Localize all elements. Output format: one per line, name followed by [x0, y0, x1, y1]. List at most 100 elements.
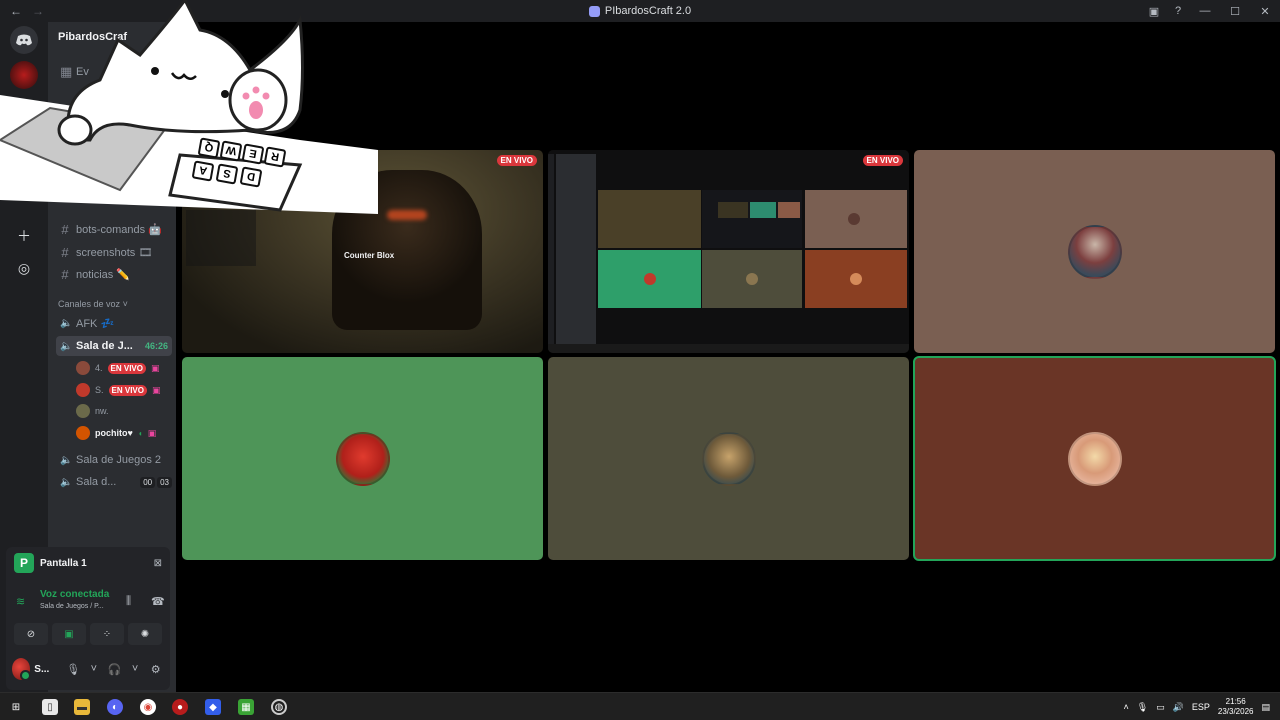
soundboard-icon[interactable]: ✺ — [128, 623, 162, 645]
avatar — [1067, 431, 1122, 486]
app-red-icon[interactable]: ● — [172, 699, 188, 715]
speaker-icon: 🔈 — [60, 340, 73, 352]
voice-user[interactable]: S. EN VIVO ▣ — [76, 380, 172, 400]
voice-channel-path[interactable]: Sala de Juegos / P... — [40, 603, 104, 610]
channel-screenshots[interactable]: # screenshots 🎞 — [56, 242, 172, 262]
user-tile[interactable] — [548, 357, 909, 560]
server-icon — [588, 5, 600, 17]
voice-connection: ≋ Voz conectada Sala de Juegos / P... ⫼ … — [14, 587, 165, 615]
channel-name: Sala de J... — [76, 340, 133, 352]
screen-share-icon: ▣ — [147, 427, 157, 438]
noise-suppression-icon[interactable]: ⫼ — [126, 595, 131, 608]
chevron-down-icon[interactable]: ˅ — [86, 663, 103, 675]
chevron-down-icon: ˅ — [122, 299, 128, 309]
help-icon[interactable]: ? — [1166, 5, 1190, 17]
voice-channel-sala-de-juegos-2[interactable]: 🔈 Sala de Juegos 2 — [56, 450, 172, 470]
server-icon-pibardos[interactable] — [10, 61, 38, 89]
gear-icon[interactable]: ⚙ — [147, 663, 164, 676]
file-icon[interactable]: ▯ — [42, 699, 58, 715]
user-tile[interactable] — [182, 357, 543, 560]
notification-icon[interactable]: ▤ — [1261, 702, 1270, 713]
minecraft-icon[interactable]: ▦ — [238, 699, 254, 715]
compass-icon[interactable]: ◎ — [10, 254, 38, 282]
screen-share-button-icon[interactable]: ▣ — [52, 623, 86, 645]
avatar — [335, 431, 390, 486]
voice-panel: P Pantalla 1 ⊠ ≋ Voz conectada Sala de J… — [6, 547, 170, 690]
server-name[interactable]: PibardosCraf — [58, 31, 127, 43]
channel-name: bots-comands 🤖 — [76, 223, 162, 236]
user-tile-speaking[interactable] — [913, 356, 1276, 561]
hash-icon: # — [61, 244, 69, 260]
voice-category[interactable]: Canales de voz ˅ — [58, 299, 128, 309]
chevron-down-icon[interactable]: ˅ — [127, 663, 144, 675]
screen-share-icon: P — [14, 553, 34, 573]
folder-icon[interactable]: ▬ — [74, 699, 90, 715]
user-tile[interactable] — [914, 150, 1275, 353]
voice-user-name: 4. — [95, 363, 103, 373]
roblox-icon[interactable]: ◆ — [205, 699, 221, 715]
windows-taskbar: ⊞ ▯ ▬ ◐ ◉ ● ◆ ▦ ◍ ˄ 🎙 ▭ 🔊 ESP 21:56 23/3… — [0, 692, 1280, 720]
voice-user[interactable]: nw. — [76, 401, 172, 421]
avatar[interactable] — [12, 658, 32, 681]
speaker-icon: 🔈 — [60, 317, 73, 329]
voice-channel-sala-de-juegos[interactable]: 🔈 Sala de J... 46:26 — [56, 336, 172, 356]
voice-user-name: pochito♥ — [95, 428, 133, 438]
network-icon[interactable]: ▭ — [1156, 702, 1165, 713]
live-badge: EN VIVO — [496, 155, 537, 166]
activity-icon: ◖ — [137, 428, 143, 438]
language-indicator[interactable]: ESP — [1192, 702, 1210, 712]
channel-name: noticias ✏️ — [76, 268, 131, 281]
forward-arrow-icon[interactable]: → — [32, 4, 44, 18]
chrome-icon[interactable]: ◉ — [140, 699, 156, 715]
hash-icon: # — [61, 266, 69, 282]
inbox-icon[interactable]: ▣ — [1142, 5, 1166, 18]
live-badge: EN VIVO — [107, 362, 146, 374]
user-count: 00 — [140, 476, 156, 488]
disconnect-icon[interactable]: ☎ — [151, 595, 165, 608]
channel-name: AFK 💤 — [76, 317, 115, 330]
channel-name: screenshots 🎞 — [76, 246, 153, 259]
stop-stream-icon[interactable]: ⊠ — [154, 558, 162, 569]
add-server-icon[interactable]: ＋ — [10, 222, 38, 250]
game-title: Counter Blox — [344, 251, 395, 260]
voice-status[interactable]: Voz conectada — [40, 589, 109, 600]
voice-channel-afk[interactable]: 🔈 AFK 💤 — [56, 313, 172, 333]
avatar — [76, 404, 90, 418]
headphones-icon[interactable]: 🎧 — [106, 663, 123, 676]
clock[interactable]: 21:56 23/3/2026 — [1218, 697, 1254, 717]
live-badge: EN VIVO — [862, 155, 903, 166]
voice-stage: Counter Blox EN VIVO EN VIVO — [176, 22, 1280, 692]
voice-channel-sala-d[interactable]: 🔈 Sala d... 00 03 — [56, 472, 172, 492]
system-tray: ˄ 🎙 ▭ 🔊 ESP 21:56 23/3/2026 ▤ — [1123, 693, 1270, 720]
discord-home-icon[interactable] — [10, 26, 38, 54]
activities-icon[interactable]: ⁘ — [90, 623, 124, 645]
user-name[interactable]: S... — [34, 664, 61, 675]
window-controls: ▣ ? — ☐ ✕ — [1142, 0, 1280, 22]
discord-app-icon[interactable]: ◐ — [107, 699, 123, 715]
voice-user-name: nw. — [95, 406, 109, 416]
title-bar: ← → PIbardosCraft 2.0 ▣ ? — ☐ ✕ — [0, 0, 1280, 22]
screen-share-label: Pantalla 1 — [40, 557, 87, 569]
signal-icon[interactable]: ≋ — [16, 595, 25, 608]
stream-tile-screen[interactable]: EN VIVO — [548, 150, 909, 353]
voice-user[interactable]: 4. EN VIVO ▣ — [76, 358, 172, 378]
camera-off-icon[interactable]: ⊘ — [14, 623, 48, 645]
steam-icon[interactable]: ◍ — [271, 699, 287, 715]
volume-icon[interactable]: 🔊 — [1173, 702, 1184, 713]
close-icon[interactable]: ✕ — [1250, 5, 1280, 18]
channel-noticias[interactable]: # noticias ✏️ — [56, 264, 172, 284]
game-menu-overlay — [186, 210, 256, 266]
microphone-icon[interactable]: 🎙 — [65, 663, 82, 676]
microphone-icon[interactable]: 🎙 — [1137, 702, 1148, 713]
back-arrow-icon[interactable]: ← — [10, 4, 22, 18]
events-item[interactable]: ▦ Ev — [56, 62, 172, 82]
maximize-icon[interactable]: ☐ — [1220, 5, 1250, 18]
game-character-visor — [387, 210, 427, 220]
channel-bots-comands[interactable]: # bots-comands 🤖 — [56, 219, 172, 239]
windows-start-icon[interactable]: ⊞ — [8, 699, 24, 715]
minimize-icon[interactable]: — — [1190, 5, 1220, 17]
chevron-up-icon[interactable]: ˄ — [1123, 702, 1128, 712]
speaker-icon: 🔈 — [60, 476, 73, 488]
voice-user[interactable]: pochito♥ ◖ ▣ — [76, 423, 172, 443]
stream-tile-game[interactable]: Counter Blox EN VIVO — [182, 150, 543, 353]
